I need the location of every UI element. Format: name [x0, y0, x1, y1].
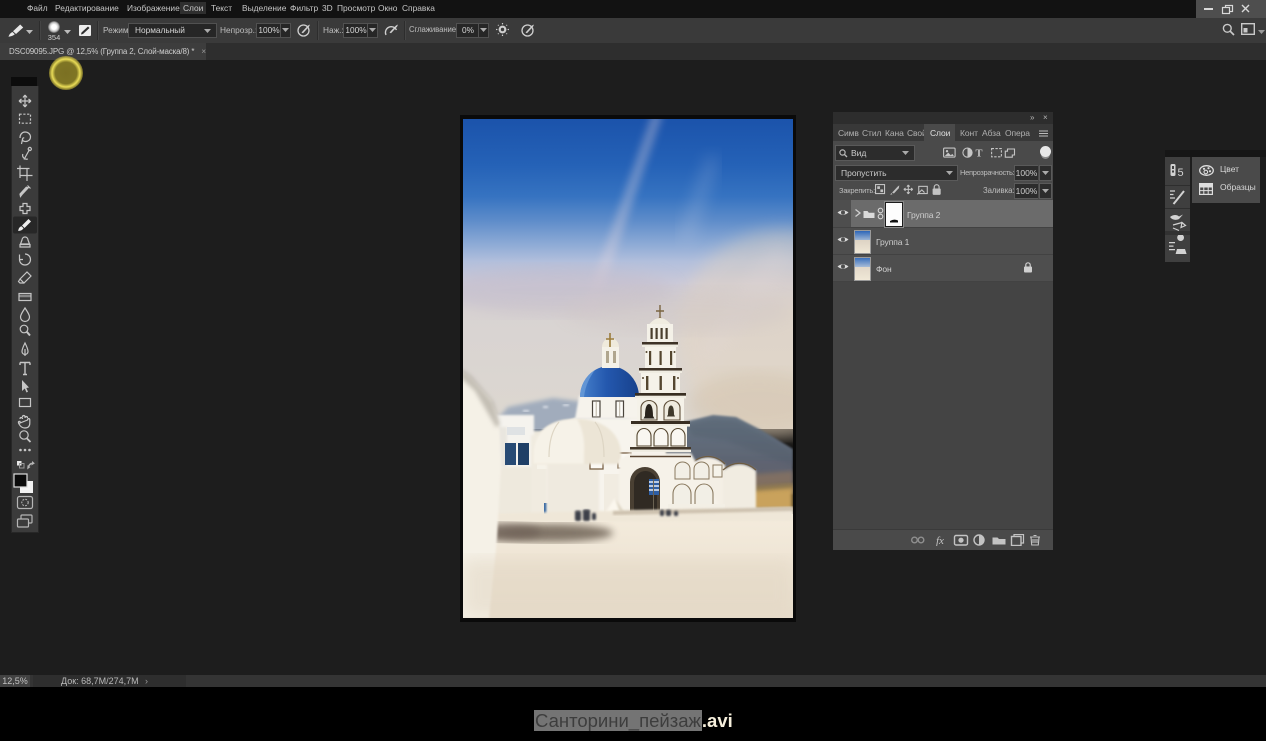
- svg-text:5: 5: [1178, 167, 1184, 179]
- svg-text:fx: fx: [936, 535, 944, 546]
- svg-text:T: T: [976, 149, 983, 160]
